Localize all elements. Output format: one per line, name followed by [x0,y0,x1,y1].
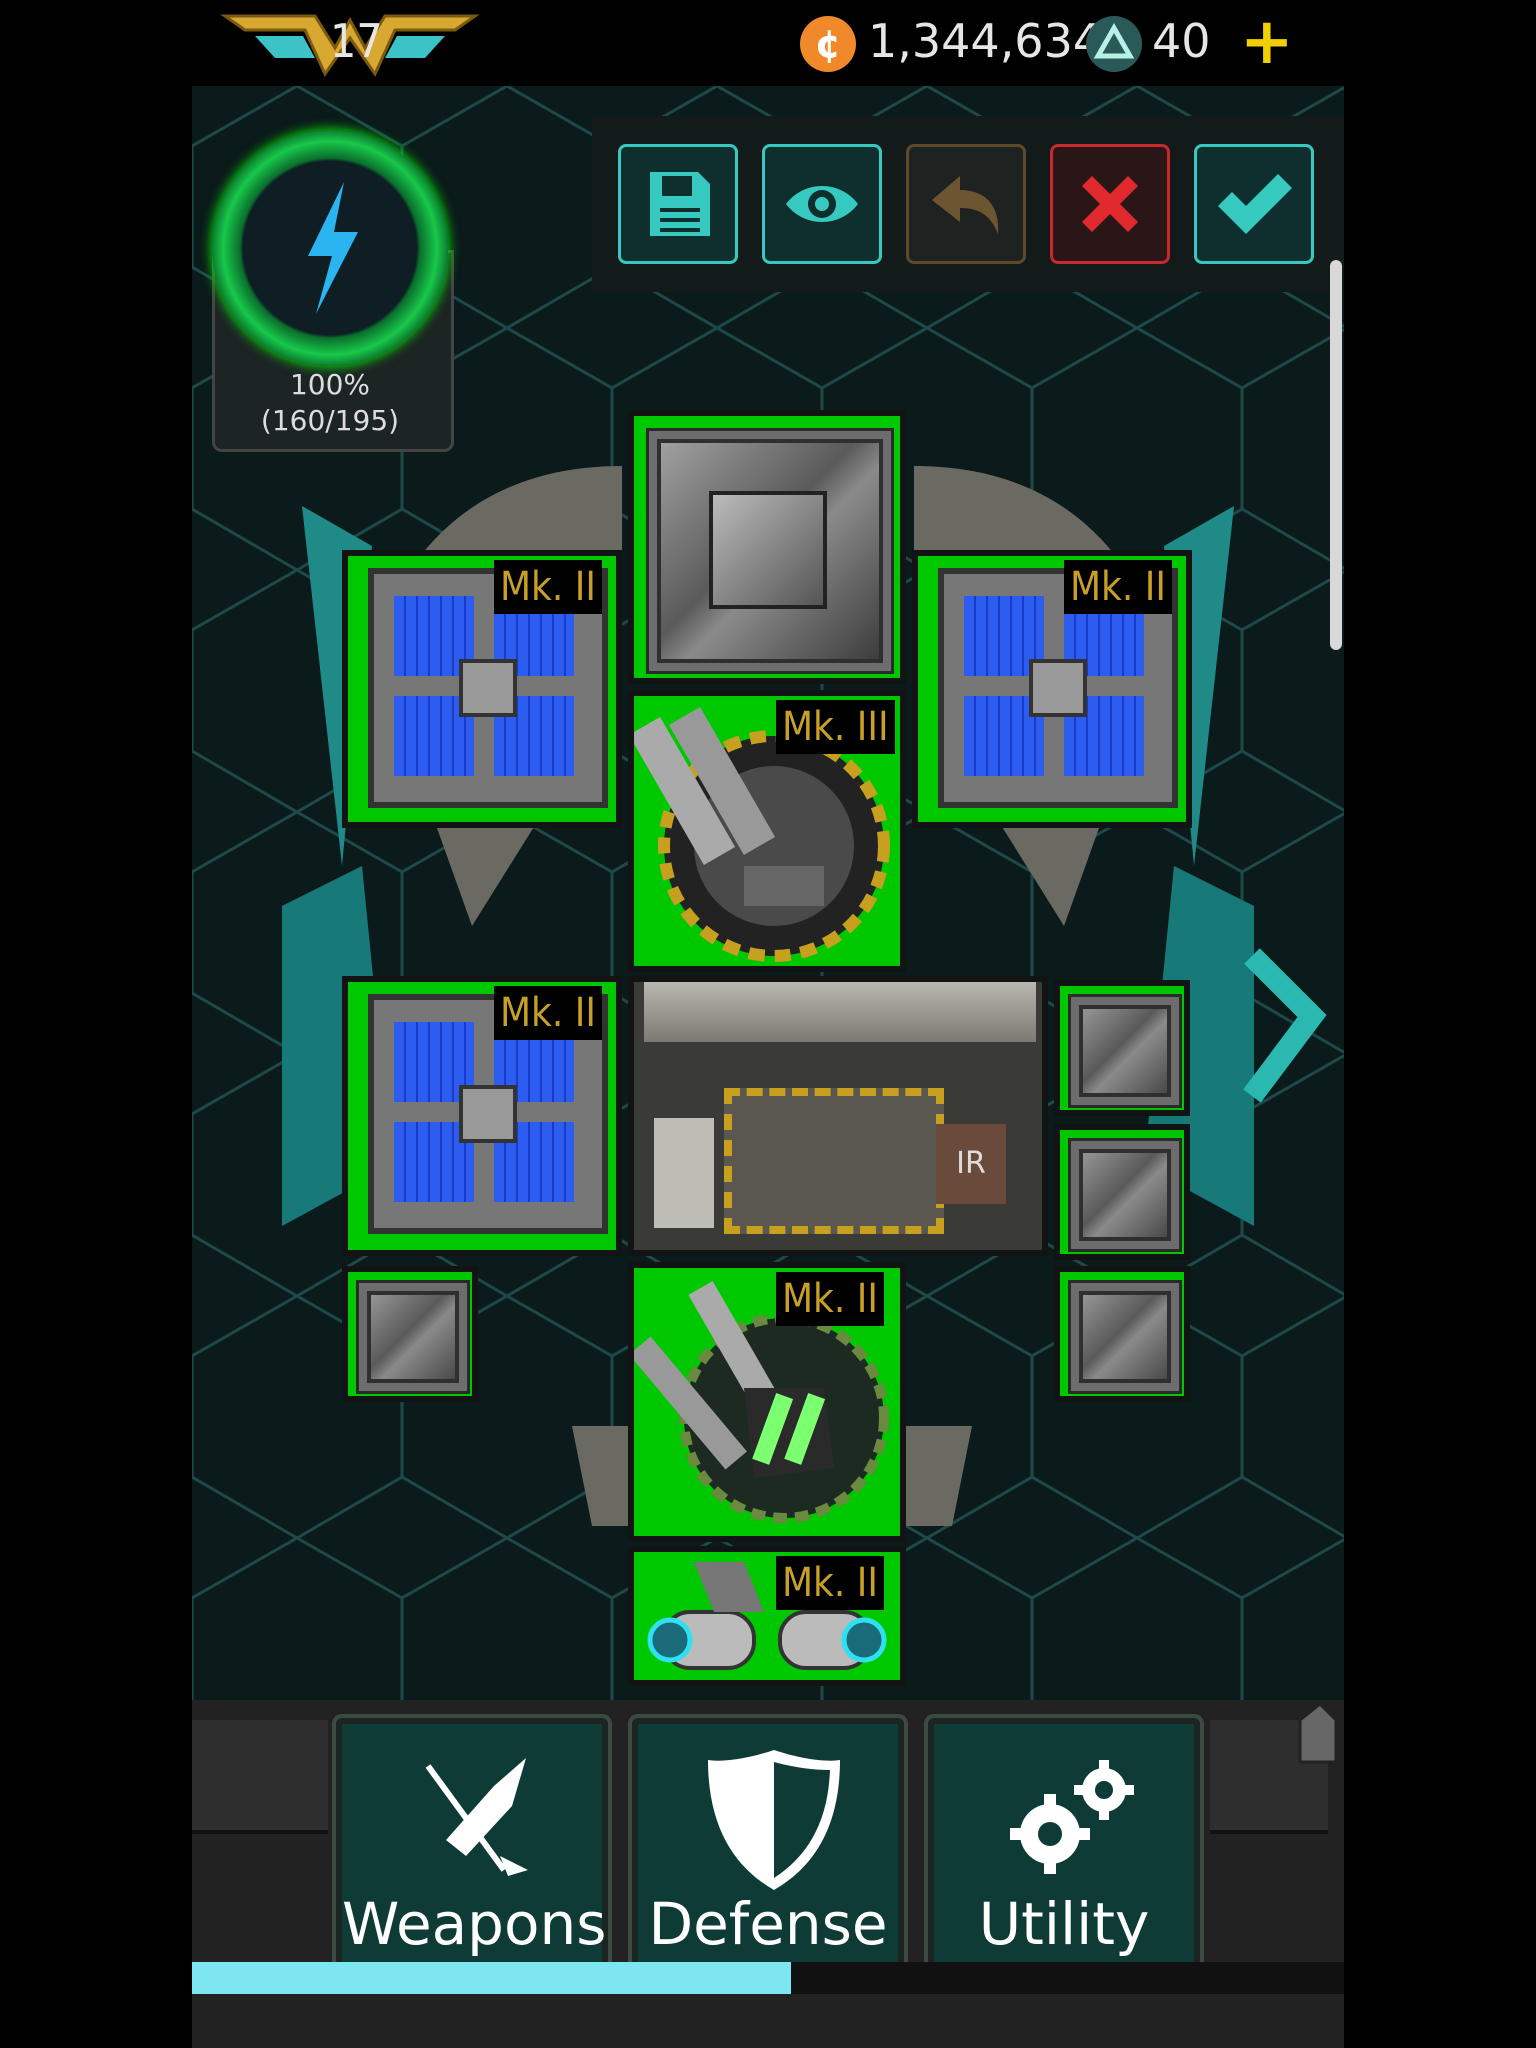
mk-label: Mk. III [776,700,895,754]
utility-tab-button[interactable]: Utility [928,1718,1200,1984]
save-icon [650,172,710,236]
tag-icon [1298,1701,1338,1764]
armor-plate [1068,1280,1182,1394]
core-badge-icon: IR [936,1124,1006,1204]
defense-tab-button[interactable]: Defense [632,1718,904,1984]
mk-label: Mk. II [1064,560,1172,614]
slot-armor-right-3[interactable] [1054,1266,1190,1402]
progress-fill [192,1962,792,1994]
hangar-roof [644,982,1036,1042]
slot-armor-right-2[interactable] [1054,1124,1190,1260]
scrollbar[interactable] [1330,260,1342,650]
save-button[interactable] [618,144,738,264]
mk-label: Mk. II [494,560,602,614]
mk-label: Mk. II [776,1272,884,1326]
undo-icon [932,176,999,234]
credits-value: 1,344,634 [868,14,1103,68]
close-icon [1082,176,1138,232]
power-gauge: 100% (160/195) [212,130,454,452]
mk-label: Mk. II [494,986,602,1040]
confirm-button[interactable] [1194,144,1314,264]
undo-button[interactable] [906,144,1026,264]
slot-solar-left-top[interactable]: Mk. II [342,550,622,828]
loading-progress-bar [192,1962,1344,1994]
hangar-door [654,1118,714,1228]
gem-icon [1086,16,1142,72]
slot-turret-bottom[interactable]: Mk. II [628,1262,906,1542]
slot-armor-left-1[interactable] [342,1266,478,1402]
utility-label: Utility [978,1890,1150,1958]
power-count: (160/195) [260,404,400,437]
armor-plate [1068,1138,1182,1252]
lightning-icon [308,182,358,314]
preview-button[interactable] [762,144,882,264]
power-percent: 100% [289,368,371,401]
gems-value: 40 [1152,14,1211,68]
slot-solar-right-top[interactable]: Mk. II [912,550,1192,828]
gears-icon [1010,1760,1134,1874]
armor-plate [646,428,894,674]
weapons-label: Weapons [342,1890,607,1958]
rank-level: 17 [330,14,383,68]
slot-core-hangar[interactable]: IR [628,976,1048,1256]
shield-icon [708,1750,840,1890]
weapons-tab-button[interactable]: Weapons [336,1718,608,1984]
panel-left-stub [192,1720,328,1834]
check-icon [1218,174,1292,234]
hangar-bay [724,1088,944,1234]
slot-armor-top[interactable] [628,410,906,684]
armor-plate [356,1280,470,1394]
discard-button[interactable] [1050,144,1170,264]
missile-icon [425,1758,528,1876]
armor-plate [1068,994,1182,1108]
defense-label: Defense [648,1890,888,1958]
slot-engine[interactable]: Mk. II [628,1546,906,1686]
add-currency-button[interactable]: + [1240,10,1294,74]
credits-coin-icon: ¢ [800,16,856,72]
slot-armor-right-1[interactable] [1054,980,1190,1116]
slot-solar-left-mid[interactable]: Mk. II [342,976,622,1256]
mk-label: Mk. II [776,1556,884,1610]
slot-turret-top[interactable]: Mk. III [628,690,906,972]
power-ring [212,130,448,366]
eye-icon [786,186,858,222]
